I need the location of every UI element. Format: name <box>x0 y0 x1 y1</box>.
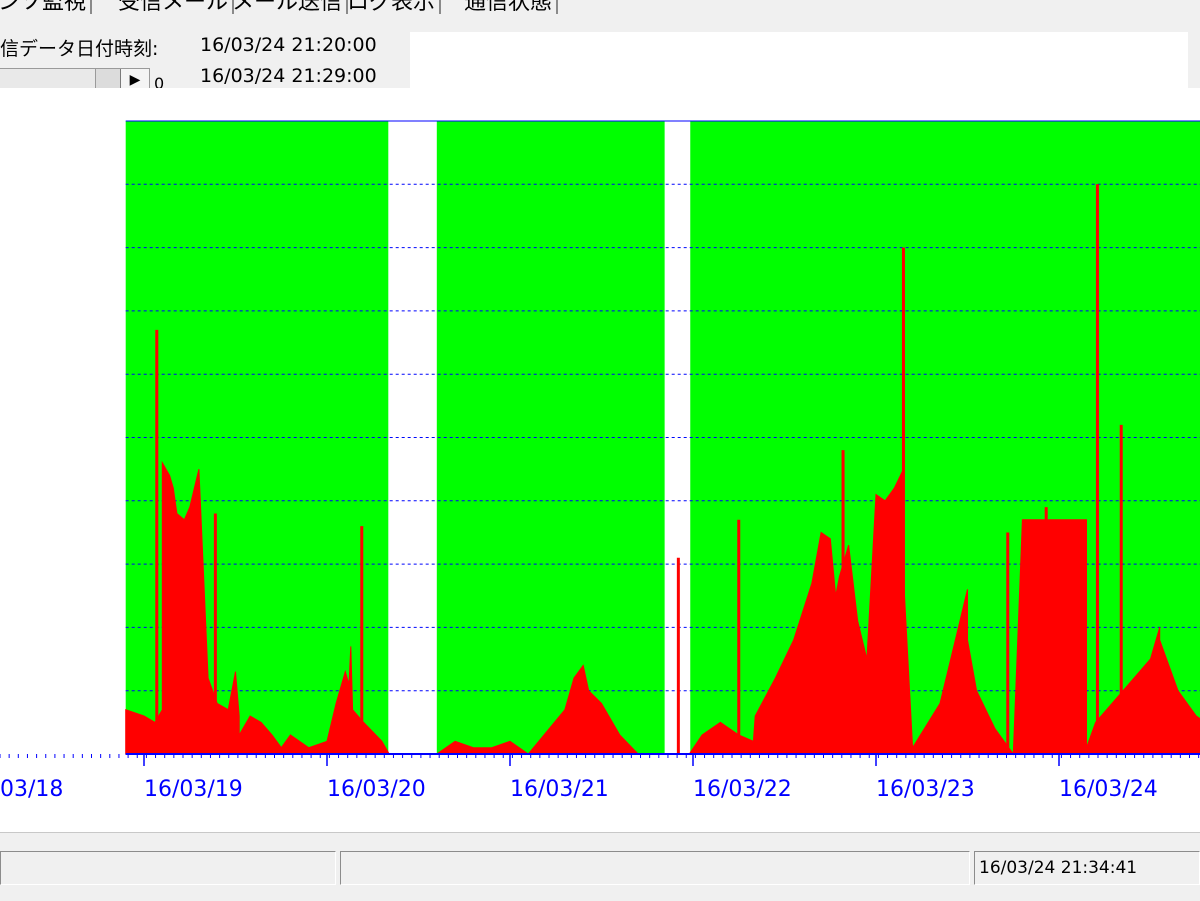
message-box <box>410 32 1188 92</box>
tab-sensor-monitor[interactable]: ンソ監視 <box>0 0 93 14</box>
tab-received-mail[interactable]: 受信メール <box>114 0 235 14</box>
tab-send-mail[interactable]: メール送信 <box>228 0 349 14</box>
tab-comm-status[interactable]: 通信状態 <box>460 0 559 14</box>
tab-strip: ンソ監視 受信メール メール送信 ログ表示 通信状態 <box>0 0 1200 16</box>
tab-log-view[interactable]: ログ表示 <box>343 0 442 14</box>
status-pane-datetime: 16/03/24 21:34:41 <box>974 851 1200 885</box>
selected-datetime-value: 16/03/24 21:29:00 <box>200 65 377 87</box>
received-datetime-label: 信データ日付時刻: <box>0 38 159 60</box>
chart-area: 03/18 16/03/19 16/03/20 16/03/21 16/03/22 16/… <box>0 88 1200 830</box>
x-tick-label: 16/03/23 <box>876 777 975 802</box>
x-tick-label: 16/03/20 <box>327 777 426 802</box>
chart-gap-0 <box>388 121 437 754</box>
status-datetime: 16/03/24 21:34:41 <box>979 858 1138 878</box>
area-chart: 03/18 16/03/19 16/03/20 16/03/21 16/03/22 16/… <box>0 120 1200 802</box>
status-pane-2 <box>340 851 970 885</box>
received-datetime-value: 16/03/24 21:20:00 <box>200 34 377 56</box>
x-tick-label: 03/18 <box>0 777 63 802</box>
x-tick-label: 16/03/24 <box>1059 777 1158 802</box>
info-panel: 信データ日付時刻: 16/03/24 21:20:00 16/03/24 21:… <box>0 16 1200 93</box>
x-tick-label: 16/03/22 <box>693 777 792 802</box>
status-pane-1 <box>0 851 336 885</box>
status-bar: 16/03/24 21:34:41 <box>0 832 1200 901</box>
x-tick-label: 16/03/19 <box>144 777 243 802</box>
x-tick-label: 16/03/21 <box>510 777 609 802</box>
